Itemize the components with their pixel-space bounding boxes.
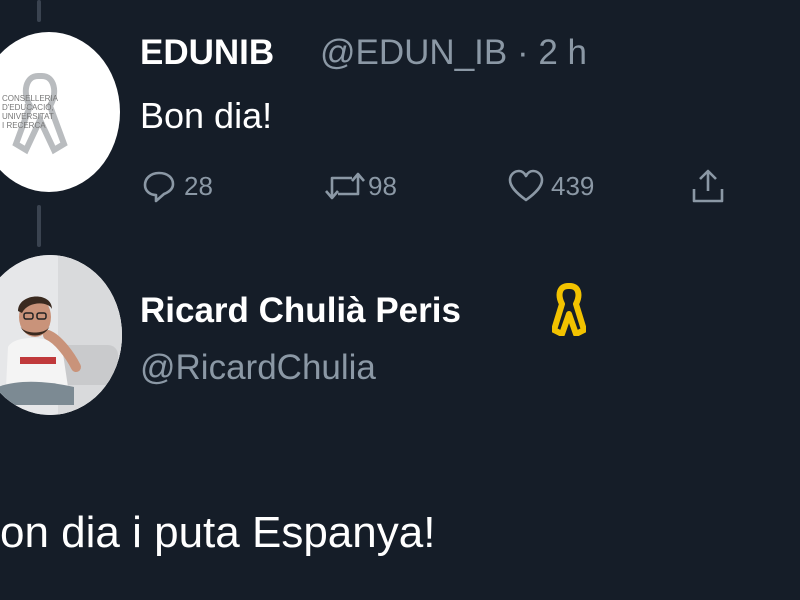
retweet-button[interactable]: 98 — [322, 166, 397, 206]
reply-count: 28 — [184, 170, 213, 201]
reply-button[interactable]: 28 — [140, 166, 213, 206]
share-button[interactable] — [689, 166, 727, 206]
avatar-edunib[interactable]: CONSELLERIA D'EDUCACIÓ, UNIVERSITAT I RE… — [0, 32, 120, 192]
avatar-photo — [0, 255, 122, 415]
thread-line-middle — [37, 205, 41, 247]
tweet1-handle-time[interactable]: @EDUN_IB · 2 h — [320, 33, 587, 73]
thread-line-top — [37, 0, 41, 22]
like-button[interactable]: 439 — [507, 166, 594, 206]
yellow-ribbon-icon — [552, 283, 586, 336]
retweet-icon — [325, 172, 365, 200]
comment-icon — [143, 171, 175, 203]
like-count: 439 — [551, 170, 595, 201]
avatar-edunib-text: CONSELLERIA D'EDUCACIÓ, UNIVERSITAT I RE… — [2, 94, 59, 130]
retweet-count: 98 — [368, 170, 397, 201]
tweet2-author-name[interactable]: Ricard Chulià Peris — [140, 291, 461, 331]
tweet1-text: Bon dia! — [140, 95, 273, 136]
heart-icon — [508, 169, 544, 202]
share-icon — [692, 169, 724, 203]
avatar-ricard[interactable] — [0, 255, 122, 415]
tweet2-handle[interactable]: @RicardChulia — [140, 348, 376, 388]
tweet2-text: on dia i puta Espanya! — [0, 508, 436, 557]
tweet1-author-name[interactable]: EDUNIB — [140, 33, 274, 73]
